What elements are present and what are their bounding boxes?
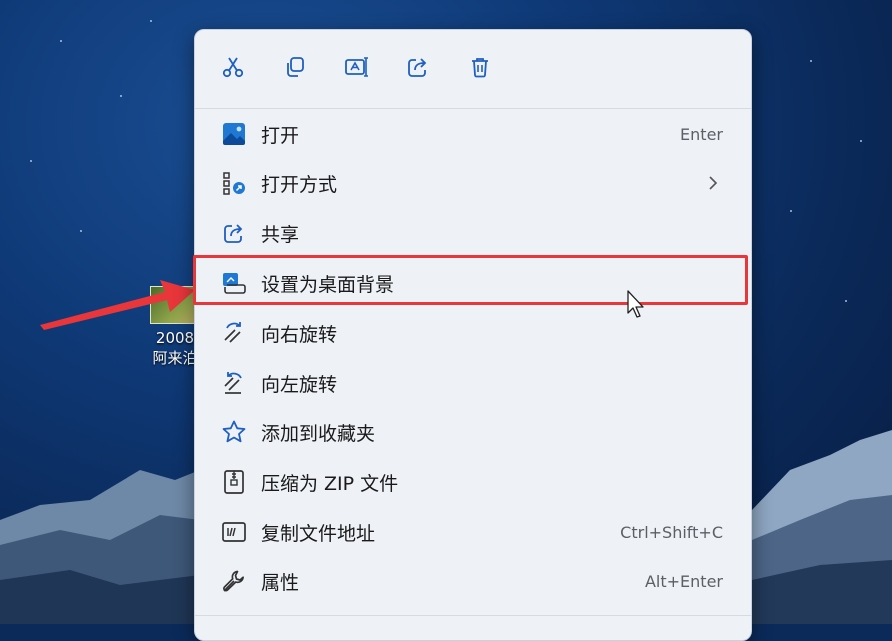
menu-item-properties[interactable]: 属性 Alt+Enter bbox=[201, 559, 745, 603]
menu-item-label: 设置为桌面背景 bbox=[261, 273, 395, 296]
menu-item-label: 属性 bbox=[261, 571, 300, 594]
menu-item-add-to-favorites[interactable]: 添加到收藏夹 bbox=[201, 410, 745, 454]
menu-item-label: 复制文件地址 bbox=[261, 522, 376, 545]
menu-item-label: 打开方式 bbox=[261, 173, 338, 196]
menu-item-compress-zip[interactable]: 压缩为 ZIP 文件 bbox=[201, 460, 745, 504]
menu-item-open-with[interactable]: 打开方式 bbox=[201, 161, 745, 205]
menu-item-label: 压缩为 ZIP 文件 bbox=[261, 472, 399, 495]
menu-item-label: 共享 bbox=[261, 223, 300, 246]
menu-item-label: 打开 bbox=[261, 124, 300, 147]
delete-icon bbox=[472, 58, 488, 78]
cut-icon bbox=[222, 57, 244, 78]
share-button[interactable] bbox=[403, 52, 433, 82]
menu-item-copy-path[interactable]: 复制文件地址 Ctrl+Shift+C bbox=[201, 510, 745, 554]
menu-separator bbox=[195, 615, 751, 616]
rotate-right-icon bbox=[217, 319, 251, 347]
menu-item-set-as-wallpaper[interactable]: 设置为桌面背景 bbox=[201, 261, 745, 305]
menu-item-open[interactable]: 打开 Enter bbox=[201, 112, 745, 156]
rotate-left-icon bbox=[217, 369, 251, 397]
context-menu: 打开 Enter 打开方式 共享 设置为桌面背景 向右旋转 向左旋转 添加到收藏… bbox=[194, 29, 752, 641]
menu-item-label: 添加到收藏夹 bbox=[261, 422, 376, 445]
context-menu-toolbar bbox=[195, 30, 751, 108]
rename-button[interactable] bbox=[342, 52, 372, 82]
star-icon bbox=[217, 418, 251, 446]
share-icon bbox=[217, 219, 251, 247]
image-icon bbox=[217, 120, 251, 148]
wrench-icon bbox=[217, 567, 251, 595]
menu-item-shortcut: Ctrl+Shift+C bbox=[620, 522, 723, 542]
open-with-icon bbox=[217, 169, 251, 197]
cut-button[interactable] bbox=[218, 52, 248, 82]
copy-icon bbox=[287, 57, 304, 77]
chevron-right-icon bbox=[709, 176, 718, 190]
menu-separator bbox=[195, 108, 751, 109]
delete-button[interactable] bbox=[465, 52, 495, 82]
mouse-cursor-icon bbox=[627, 290, 644, 318]
rename-icon bbox=[345, 57, 368, 77]
zip-icon bbox=[217, 468, 251, 496]
menu-item-share[interactable]: 共享 bbox=[201, 211, 745, 255]
menu-item-label: 向左旋转 bbox=[261, 373, 338, 396]
copy-button[interactable] bbox=[280, 52, 310, 82]
menu-item-shortcut: Alt+Enter bbox=[644, 571, 723, 591]
share-icon bbox=[408, 58, 427, 77]
menu-item-rotate-left[interactable]: 向左旋转 bbox=[201, 361, 745, 405]
menu-item-shortcut: Enter bbox=[680, 124, 723, 144]
wallpaper-icon bbox=[217, 269, 251, 297]
menu-item-rotate-right[interactable]: 向右旋转 bbox=[201, 311, 745, 355]
copy-path-icon bbox=[217, 518, 251, 546]
menu-item-label: 向右旋转 bbox=[261, 323, 338, 346]
